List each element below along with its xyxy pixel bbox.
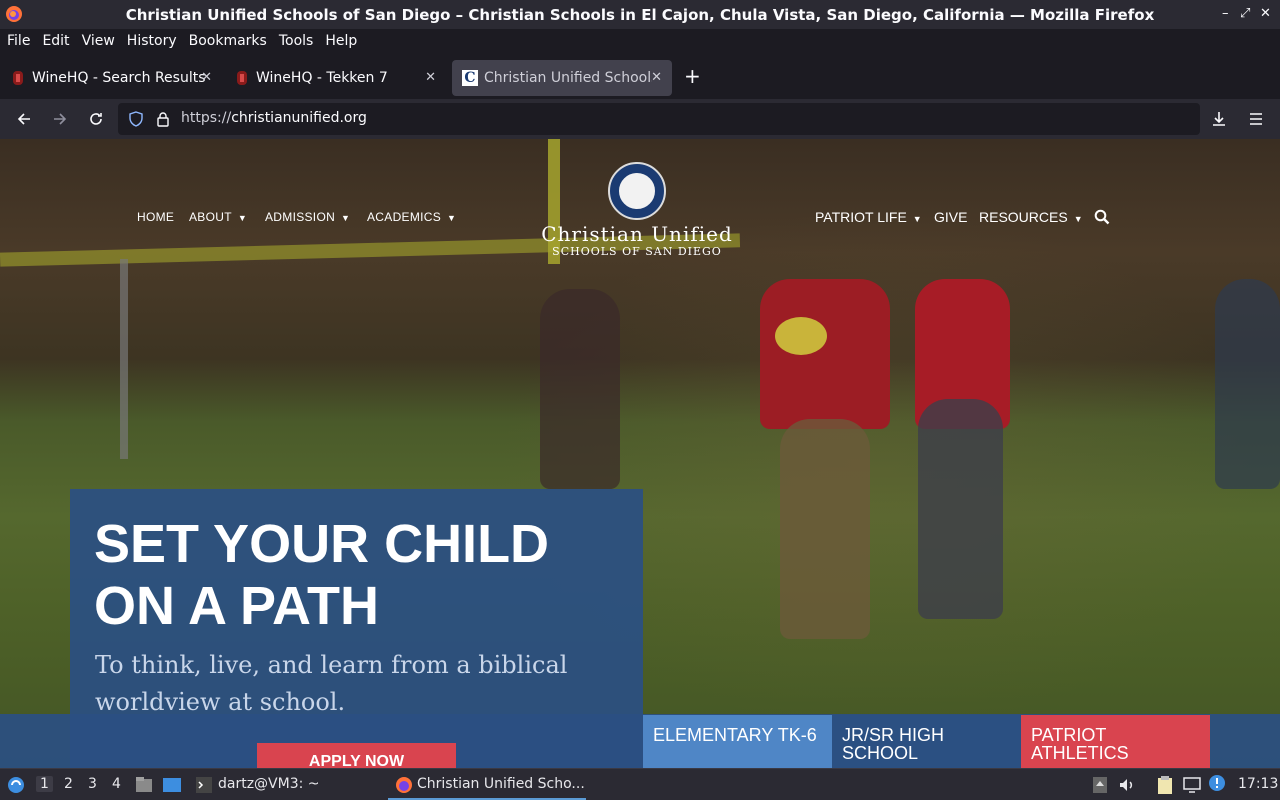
file-manager-icon[interactable]: [135, 776, 153, 794]
url-protocol: https://: [181, 110, 232, 126]
lock-icon[interactable]: [156, 111, 170, 127]
notification-icon[interactable]: [1208, 774, 1226, 792]
workspace-1[interactable]: 1: [36, 776, 53, 792]
menu-help[interactable]: Help: [325, 33, 357, 49]
back-button[interactable]: [12, 107, 36, 131]
tab-label: Christian Unified Schools: [484, 70, 652, 86]
web-page: HOME ABOUT ▼ ADMISSION ▼ ACADEMICS ▼ Christ…: [0, 139, 1280, 768]
tab-label: WineHQ - Tekken 7: [256, 70, 388, 86]
category-jr-sr-high[interactable]: JR/SR HIGH SCHOOL: [832, 715, 1021, 768]
url-text[interactable]: https://christianunified.org: [181, 110, 367, 126]
tab-winehq-search[interactable]: WineHQ - Search Results ✕: [0, 60, 222, 96]
hero-figure: [780, 419, 870, 639]
terminal-icon: [196, 777, 212, 793]
clock[interactable]: 17:13: [1238, 776, 1278, 792]
firefox-icon: [6, 6, 22, 22]
downloads-icon[interactable]: [1207, 107, 1231, 131]
close-tab-icon[interactable]: ✕: [651, 70, 662, 85]
christian-unified-favicon: C: [462, 70, 478, 86]
site-nav-patriot-life[interactable]: PATRIOT LIFE ▼: [815, 209, 922, 225]
reload-button[interactable]: [84, 107, 108, 131]
menu-file[interactable]: File: [7, 33, 30, 49]
taskbar-firefox-label: Christian Unified Scho...: [417, 776, 585, 792]
hero-figure: [760, 279, 890, 429]
workspace-2[interactable]: 2: [64, 776, 73, 792]
tracking-protection-shield-icon[interactable]: [128, 111, 144, 127]
menu-bar: File Edit View History Bookmarks Tools H…: [0, 29, 1280, 53]
menu-history[interactable]: History: [127, 33, 177, 49]
network-icon[interactable]: [1182, 776, 1202, 794]
start-menu-icon[interactable]: [6, 775, 26, 795]
logo-name[interactable]: Christian Unified: [520, 222, 754, 246]
hero-subheadline: To think, live, and learn from a biblica…: [95, 651, 568, 716]
site-nav-about[interactable]: ABOUT ▼: [189, 210, 247, 224]
clipboard-icon[interactable]: [1156, 775, 1174, 795]
desktop-icon[interactable]: [162, 776, 182, 794]
close-window-icon[interactable]: ✕: [1260, 6, 1271, 21]
system-taskbar: 1 2 3 4 dartz@VM3: ~ Christian Unified S…: [0, 768, 1280, 800]
new-tab-button[interactable]: +: [684, 64, 701, 88]
wine-icon: [234, 70, 250, 86]
menu-tools[interactable]: Tools: [279, 33, 314, 49]
url-host: christianunified.org: [231, 110, 367, 126]
category-patriot-athletics[interactable]: PATRIOT ATHLETICS: [1021, 715, 1210, 768]
hamburger-menu-icon[interactable]: [1244, 107, 1268, 131]
taskbar-terminal[interactable]: dartz@VM3: ~: [218, 776, 320, 792]
logo-subtitle: Schools of San Diego: [552, 245, 722, 258]
school-seal-logo[interactable]: [608, 162, 666, 220]
tab-christian-unified[interactable]: C Christian Unified Schools ✕: [452, 60, 672, 96]
tab-label: WineHQ - Search Results: [32, 70, 206, 86]
minimize-icon[interactable]: –: [1222, 6, 1229, 21]
site-nav-resources[interactable]: RESOURCES ▼: [979, 209, 1083, 225]
site-nav-admission[interactable]: ADMISSION ▼: [265, 210, 350, 224]
eject-icon[interactable]: [1092, 776, 1108, 794]
hero-headline: SET YOUR CHILD ON A PATH: [94, 514, 550, 636]
firefox-icon: [396, 777, 412, 793]
apply-now-button[interactable]: APPLY NOW: [257, 743, 456, 768]
hero-figure: [918, 399, 1003, 619]
hero-figure: [540, 289, 620, 489]
hero-figure: [1215, 279, 1280, 489]
address-bar[interactable]: https://christianunified.org: [118, 103, 1200, 135]
wine-icon: [10, 70, 26, 86]
close-tab-icon[interactable]: ✕: [425, 70, 436, 85]
menu-view[interactable]: View: [82, 33, 115, 49]
site-nav-academics[interactable]: ACADEMICS ▼: [367, 210, 456, 224]
tab-winehq-tekken[interactable]: WineHQ - Tekken 7 ✕: [224, 60, 446, 96]
site-nav-home[interactable]: HOME: [137, 210, 174, 224]
window-titlebar: Christian Unified Schools of San Diego –…: [0, 0, 1280, 29]
workspace-4[interactable]: 4: [112, 776, 121, 792]
close-tab-icon[interactable]: ✕: [201, 70, 212, 85]
football: [775, 317, 827, 355]
tab-bar: WineHQ - Search Results ✕ WineHQ - Tekke…: [0, 55, 1280, 99]
taskbar-firefox[interactable]: Christian Unified Scho...: [388, 769, 586, 800]
site-nav-give[interactable]: GIVE: [934, 209, 967, 225]
forward-button[interactable]: [48, 107, 72, 131]
hero-pole: [120, 259, 128, 459]
menu-edit[interactable]: Edit: [42, 33, 69, 49]
search-icon[interactable]: [1094, 209, 1110, 225]
workspace-3[interactable]: 3: [88, 776, 97, 792]
volume-icon[interactable]: [1118, 776, 1136, 794]
maximize-icon[interactable]: ⤢: [1240, 6, 1250, 21]
category-elementary[interactable]: ELEMENTARY TK-6: [643, 715, 832, 768]
menu-bookmarks[interactable]: Bookmarks: [189, 33, 267, 49]
window-title: Christian Unified Schools of San Diego –…: [125, 5, 1155, 24]
